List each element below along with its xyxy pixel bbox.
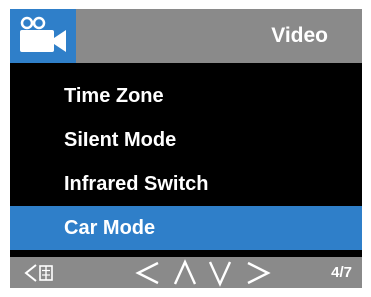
back-menu-button[interactable] [22,257,58,288]
down-arrow-icon [208,261,232,287]
page-indicator: 4/7 [331,264,352,281]
navigation-bar: 4/7 [10,257,362,288]
menu-item-time-zone[interactable]: Time Zone [10,74,362,118]
right-arrow-icon [247,261,271,285]
up-arrow-icon [173,259,197,285]
video-mode-indicator [10,9,76,63]
up-button[interactable] [172,257,198,288]
menu-item-silent-mode[interactable]: SiIent Mode [10,118,362,162]
back-menu-icon [24,264,53,282]
down-button[interactable] [207,257,233,288]
left-arrow-icon [135,261,159,285]
video-camera-icon [20,16,66,52]
menu-item-car-mode[interactable]: Car Mode [10,206,362,250]
mode-title: Video [271,24,328,47]
left-button[interactable] [134,257,164,288]
header-bar: Video [10,9,362,63]
menu-item-infrared-switch[interactable]: Infrared Switch [10,162,362,206]
settings-menu: Time Zone SiIent Mode Infrared Switch Ca… [10,74,362,250]
camera-menu-screen: Video Time Zone SiIent Mode Infrared Swi… [10,9,362,288]
right-button[interactable] [242,257,272,288]
